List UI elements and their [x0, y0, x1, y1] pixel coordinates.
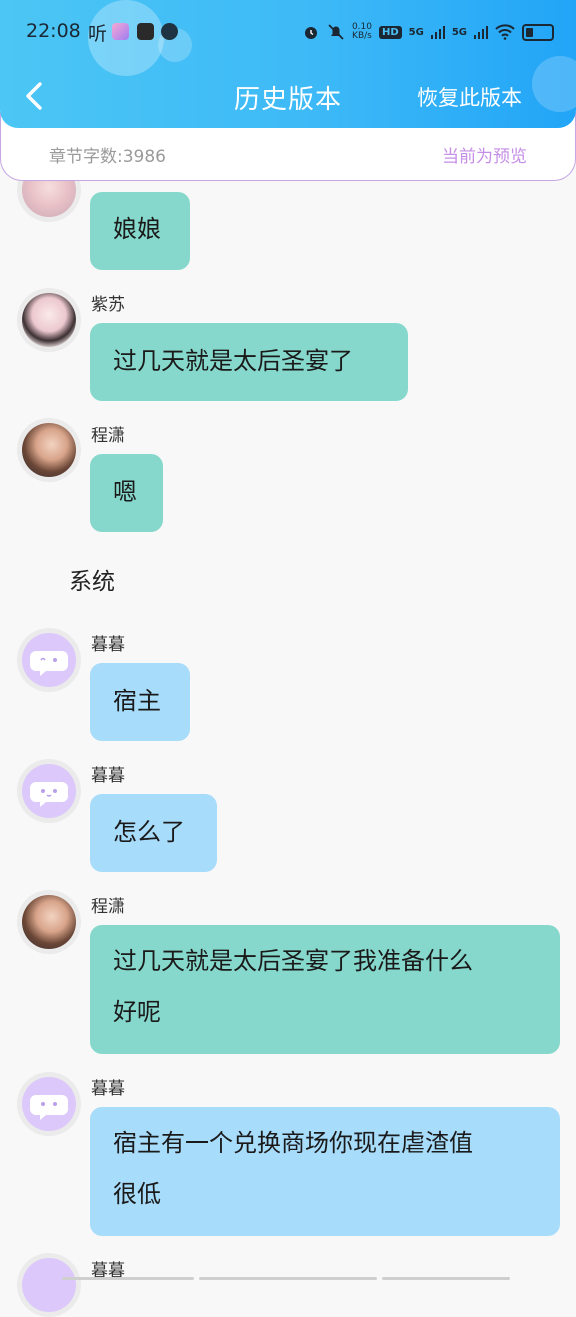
alarm-icon: [304, 27, 317, 39]
nav-bar: 历史版本 恢复此版本: [0, 70, 576, 122]
signal-5g-label: 5G: [408, 26, 424, 38]
message-text-line: 过几天就是太后圣宴了我准备什么: [113, 947, 473, 975]
message-bubble[interactable]: 宿主有一个兑换商场你现在虐渣值 很低: [90, 1107, 560, 1236]
sender-name: 程潇: [91, 426, 125, 446]
signal-bars-icon: [474, 26, 488, 39]
message-notification-icon: [161, 23, 178, 40]
message-text: 宿主: [113, 687, 161, 715]
message-bubble[interactable]: 嗯: [90, 454, 163, 532]
message-bubble[interactable]: 过几天就是太后圣宴了: [90, 323, 408, 401]
preview-status: 当前为预览: [442, 147, 527, 167]
avatar-zisu[interactable]: [17, 288, 81, 352]
sender-name: 暮暮: [91, 766, 125, 786]
chapter-word-count: 章节字数:3986: [49, 147, 166, 167]
message-text: 过几天就是太后圣宴了: [113, 347, 353, 375]
restore-version-button[interactable]: 恢复此版本: [417, 82, 522, 112]
message-bubble[interactable]: 娘娘: [90, 192, 190, 270]
sender-name: 紫苏: [91, 295, 125, 315]
sender-name: 暮暮: [91, 635, 125, 655]
app-header: 22:08 听 0.10 KB/s HD 5G 5G 历史版本 恢复此版本: [0, 0, 576, 128]
message-bubble[interactable]: 宿主: [90, 663, 190, 741]
notification-app-icon: [137, 23, 154, 40]
status-icons: 0.10 KB/s HD 5G 5G: [302, 20, 554, 44]
signal-5g-label: 5G: [451, 26, 467, 38]
message-bubble[interactable]: 过几天就是太后圣宴了我准备什么 好呢: [90, 925, 560, 1054]
status-bar: 22:08 听 0.10 KB/s HD 5G 5G: [0, 14, 576, 50]
avatar-mumu[interactable]: [17, 1253, 81, 1317]
message-text-line: 好呢: [113, 998, 161, 1026]
clock: 22:08: [26, 20, 81, 42]
signal-bars-icon: [430, 26, 445, 39]
wifi-icon: [495, 24, 515, 40]
chat-area[interactable]: 娘娘 紫苏 过几天就是太后圣宴了 程潇 嗯 系统 暮暮 宿主 暮暮 怎么了 程潇…: [0, 0, 576, 1317]
chat-bubble-icon: [30, 651, 68, 676]
system-label: 系统: [69, 569, 115, 595]
net-speed: 0.10 KB/s: [351, 22, 372, 41]
message-text: 娘娘: [113, 215, 161, 243]
message-text-line: 很低: [113, 1180, 161, 1208]
notification-app-icon: [112, 23, 129, 40]
message-text: 嗯: [113, 478, 137, 506]
ting-app-indicator: 听: [88, 23, 108, 45]
avatar-mumu[interactable]: [17, 759, 81, 823]
avatar-mumu[interactable]: [17, 1072, 81, 1136]
avatar-mumu[interactable]: [17, 628, 81, 692]
chat-bubble-icon: [30, 1095, 68, 1120]
sender-name: 暮暮: [91, 1079, 125, 1099]
battery-icon: [522, 23, 554, 41]
sender-name: 程潇: [91, 897, 125, 917]
hd-badge: HD: [378, 25, 402, 39]
message-text-line: 宿主有一个兑换商场你现在虐渣值: [113, 1129, 473, 1157]
message-bubble[interactable]: 怎么了: [90, 794, 217, 872]
mute-icon: [328, 24, 344, 40]
message-text: 怎么了: [113, 818, 185, 846]
chat-bubble-icon: [30, 782, 68, 807]
avatar-chengxiao[interactable]: [17, 418, 81, 482]
avatar-chengxiao[interactable]: [17, 890, 81, 954]
